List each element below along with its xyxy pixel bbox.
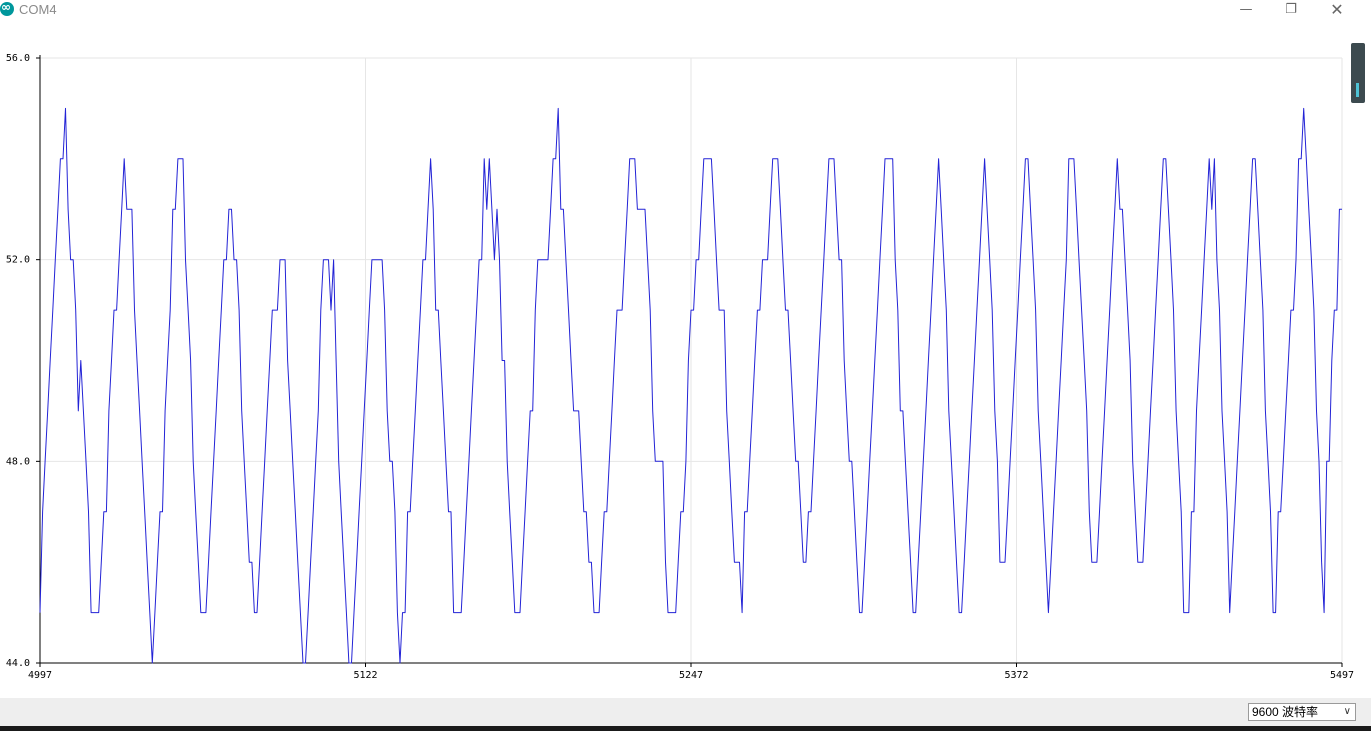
title-bar: COM4 — ❐ ✕: [0, 0, 1371, 22]
arduino-app-icon: [0, 0, 14, 16]
y-tick-label: 48.0: [6, 456, 30, 467]
chevron-down-icon: ∨: [1343, 706, 1351, 717]
x-tick-label: 4997: [28, 670, 52, 681]
x-tick-label: 5122: [353, 670, 377, 681]
close-button[interactable]: ✕: [1314, 0, 1360, 20]
x-tick-label: 5497: [1330, 670, 1354, 681]
y-tick-label: 52.0: [6, 255, 30, 266]
status-strip: [0, 726, 1371, 731]
x-tick-label: 5372: [1004, 670, 1028, 681]
serial-plotter-chart: 44.0 48.0 52.0 56.0 4997 5122 5247 5372 5497: [6, 53, 1354, 681]
y-tick-label: 56.0: [6, 53, 30, 64]
y-tick-label: 44.0: [6, 658, 30, 669]
bottom-toolbar: [0, 698, 1371, 726]
x-tick-label: 5247: [679, 670, 703, 681]
baud-rate-value: 9600 波特率: [1252, 705, 1319, 719]
side-scroll-handle[interactable]: [1351, 43, 1365, 103]
window-title: COM4: [19, 2, 57, 17]
maximize-button[interactable]: ❐: [1268, 0, 1314, 20]
baud-rate-select[interactable]: 9600 波特率 ∨: [1248, 703, 1356, 721]
minimize-button[interactable]: —: [1223, 0, 1269, 20]
